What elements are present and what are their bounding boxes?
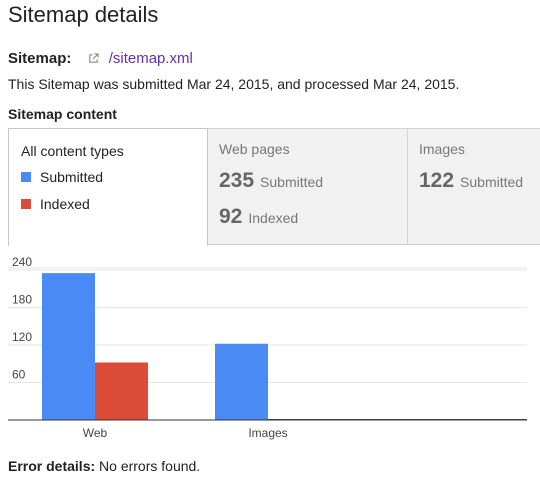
images-submitted-word: Submitted <box>460 174 524 190</box>
tab-all-label: All content types <box>21 143 124 159</box>
sitemap-label: Sitemap: <box>8 50 72 67</box>
web-submitted-word: Submitted <box>260 174 324 190</box>
y-tick-label-180: 180 <box>12 293 32 307</box>
web-indexed-stat: 92 Indexed <box>219 205 298 229</box>
images-submitted-count: 122 <box>419 169 455 192</box>
x-tick-label-web: Web <box>83 426 108 440</box>
submitted-swatch <box>21 172 31 182</box>
indexed-swatch <box>21 199 31 209</box>
error-details: Error details: No errors found. <box>8 458 200 474</box>
web-submitted-stat: 235 Submitted <box>219 169 323 193</box>
content-tabs: All content types Submitted Indexed Web … <box>8 128 540 246</box>
tab-images[interactable]: Images 122 Submitted <box>407 128 540 245</box>
web-indexed-word: Indexed <box>248 210 299 226</box>
legend-submitted-label: Submitted <box>40 169 104 185</box>
web-indexed-count: 92 <box>219 205 243 228</box>
sitemap-link[interactable]: /sitemap.xml <box>109 50 193 67</box>
legend-submitted: Submitted <box>21 169 103 185</box>
error-label: Error details: <box>8 458 96 474</box>
web-submitted-count: 235 <box>219 169 255 192</box>
y-tick-label-120: 120 <box>12 330 32 344</box>
bar-indexed-web <box>95 362 148 420</box>
legend-indexed-label: Indexed <box>40 196 90 212</box>
external-link-icon[interactable] <box>88 53 99 64</box>
submitted-info: This Sitemap was submitted Mar 24, 2015,… <box>8 76 460 92</box>
images-submitted-stat: 122 Submitted <box>419 169 523 193</box>
tab-images-label: Images <box>419 141 465 157</box>
x-tick-label-images: Images <box>248 426 287 440</box>
bar-submitted-web <box>42 273 95 420</box>
y-tick-label-60: 60 <box>12 368 26 382</box>
page-title: Sitemap details <box>8 2 159 27</box>
chart-svg: 60 120 180 240 Web Images <box>8 255 527 440</box>
sitemap-chart: 60 120 180 240 Web Images <box>0 250 540 450</box>
tab-web-label: Web pages <box>219 141 290 157</box>
section-title: Sitemap content <box>8 106 117 122</box>
tab-all-content-types[interactable]: All content types Submitted Indexed <box>8 128 208 246</box>
sitemap-line: Sitemap: /sitemap.xml <box>8 50 193 67</box>
legend-indexed: Indexed <box>21 196 90 212</box>
y-tick-label-240: 240 <box>12 255 32 269</box>
tab-web-pages[interactable]: Web pages 235 Submitted 92 Indexed <box>208 128 407 245</box>
error-text: No errors found. <box>99 458 201 474</box>
bar-submitted-images <box>215 343 268 420</box>
